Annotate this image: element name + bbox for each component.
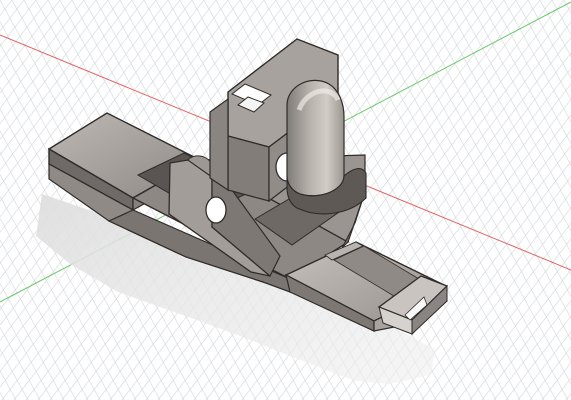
3d-viewport[interactable]	[0, 0, 571, 400]
grid-line	[541, 361, 571, 400]
grid-line	[469, 269, 571, 400]
grid-line	[481, 284, 571, 400]
grid-line	[553, 377, 571, 400]
grid-line	[397, 176, 571, 400]
viewport-canvas[interactable]	[0, 0, 571, 400]
grid-line	[551, 0, 571, 36]
grid-line	[433, 222, 571, 400]
grid-line	[419, 0, 571, 276]
grid-line	[515, 0, 571, 101]
grid-line	[0, 326, 41, 400]
bracket-hole	[205, 196, 227, 224]
grid-line	[467, 0, 571, 189]
grid-line	[517, 330, 571, 400]
grid-line	[565, 392, 571, 400]
